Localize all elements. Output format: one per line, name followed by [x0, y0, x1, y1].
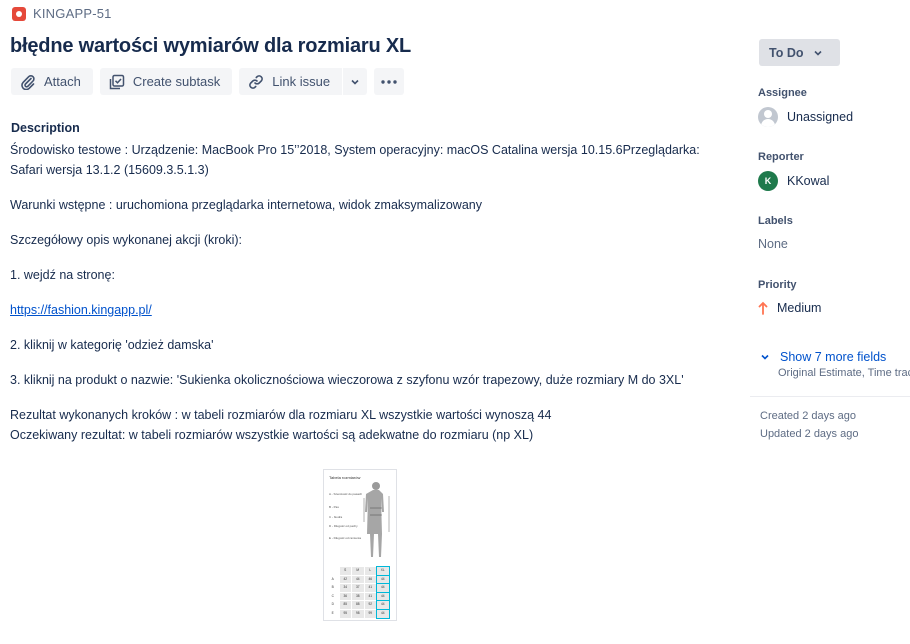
assignee-field[interactable]: Unassigned	[758, 107, 853, 127]
chevron-down-icon	[814, 50, 823, 56]
size-table-header-cell	[327, 567, 339, 575]
issue-summary[interactable]: błędne wartości wymiarów dla rozmiaru XL	[10, 35, 411, 58]
step-1-link[interactable]: https://fashion.kingapp.pl/	[10, 303, 152, 317]
description-body[interactable]: Środowisko testowe : Urządzenie: MacBook…	[10, 140, 730, 445]
reporter-field[interactable]: K KKowal	[758, 171, 829, 191]
size-table-cell: 44	[376, 609, 390, 619]
paperclip-icon	[21, 74, 35, 90]
preconditions: Warunki wstępne : uruchomiona przeglądar…	[10, 198, 482, 212]
show-more-fields-button[interactable]: Show 7 more fields	[760, 350, 886, 364]
size-table-cell: 44	[376, 600, 390, 610]
size-table-cell: 44	[352, 575, 364, 584]
labels-value: None	[758, 237, 788, 251]
link-issue-split-button: Link issue	[239, 68, 368, 95]
size-table-cell: 44	[376, 574, 390, 585]
size-table-cell: C	[331, 593, 334, 598]
show-more-hint: Original Estimate, Time tracking	[778, 367, 910, 379]
actual-result: Rezultat wykonanych kroków : w tabeli ro…	[10, 408, 552, 422]
subtask-icon	[109, 74, 125, 89]
reporter-value: KKowal	[787, 174, 830, 188]
env-line-2: Safari wersja 13.1.2 (15609.3.5.1.3)	[10, 163, 209, 177]
size-table-header-cell: XL	[376, 566, 390, 576]
avatar: K	[758, 171, 778, 191]
avatar	[758, 107, 778, 127]
expected-result: Oczekiwany rezultat: w tabeli rozmiarów …	[10, 428, 534, 442]
size-table-cell: A	[331, 576, 334, 581]
created-date: Created 2 days ago	[760, 410, 857, 422]
size-table-cell: 85	[339, 601, 351, 609]
priority-medium-icon	[758, 301, 768, 315]
size-table-cell: 41	[364, 592, 376, 601]
size-chart-attachment[interactable]: Tabela rozmiarów A - Szerokość do pasach…	[323, 469, 397, 621]
create-subtask-label: Create subtask	[132, 74, 221, 89]
size-table-cell: 95	[339, 610, 351, 618]
step-1: 1. wejdź na stronę:	[10, 268, 115, 282]
size-table-cell: 37	[352, 584, 364, 592]
size-table-cell: 44	[376, 583, 390, 593]
size-table-header-cell: M	[352, 567, 364, 575]
size-table-cell: 41	[364, 584, 376, 592]
create-subtask-button[interactable]: Create subtask	[99, 68, 233, 95]
size-table-cell: 36	[339, 592, 351, 601]
attach-button[interactable]: Attach	[11, 68, 93, 95]
link-issue-dropdown-button[interactable]	[343, 68, 368, 95]
steps-intro: Szczegółowy opis wykonanej akcji (kroki)…	[10, 233, 243, 247]
issue-key[interactable]: KINGAPP-51	[33, 6, 112, 21]
priority-field[interactable]: Medium	[758, 301, 821, 315]
size-table-cell: 92	[364, 601, 376, 609]
size-table-cell: B	[331, 585, 334, 590]
issue-toolbar: Attach Create subtask Link issue	[11, 68, 405, 95]
chevron-down-icon	[351, 79, 359, 85]
size-table-header-cell: L	[364, 567, 376, 575]
more-icon	[381, 79, 397, 84]
assignee-value: Unassigned	[787, 110, 854, 124]
link-issue-label: Link issue	[272, 74, 331, 89]
size-table-cell: D	[331, 602, 334, 607]
priority-label: Priority	[758, 279, 797, 291]
show-more-label: Show 7 more fields	[780, 350, 887, 364]
status-dropdown[interactable]: To Do	[759, 39, 840, 66]
more-actions-button[interactable]	[374, 68, 405, 95]
env-line-1: Środowisko testowe : Urządzenie: MacBook…	[10, 143, 700, 157]
issue-key-row: KINGAPP-51	[12, 6, 112, 21]
size-table-cell: 99	[364, 610, 376, 618]
description-heading: Description	[11, 121, 80, 135]
attach-label: Attach	[44, 74, 81, 89]
issue-sidebar: To Do Assignee Unassigned Reporter K KKo…	[750, 0, 910, 644]
size-table-cell: 46	[364, 575, 376, 584]
size-table-header-cell: S	[339, 567, 351, 575]
labels-label: Labels	[758, 215, 793, 227]
size-table-cell: 38	[352, 592, 364, 601]
size-table-cell: 34	[339, 584, 351, 592]
link-icon	[249, 74, 264, 89]
reporter-label: Reporter	[758, 151, 804, 163]
bug-icon	[12, 6, 26, 21]
step-3: 3. kliknij na produkt o nazwie: 'Sukienk…	[10, 373, 684, 387]
size-table-cell: 98	[352, 610, 364, 618]
size-table-cell: 44	[376, 591, 390, 602]
updated-date: Updated 2 days ago	[760, 428, 859, 440]
size-table-cell: 88	[352, 601, 364, 609]
priority-value: Medium	[777, 301, 822, 315]
status-label: To Do	[769, 45, 804, 60]
assignee-label: Assignee	[758, 87, 807, 99]
size-table-cell: 42	[339, 575, 351, 584]
labels-field[interactable]: None	[758, 237, 788, 251]
sidebar-divider	[750, 396, 910, 397]
step-2: 2. kliknij w kategorię 'odzież damska'	[10, 338, 214, 352]
size-table-cell: E	[331, 611, 334, 615]
chevron-down-icon	[761, 354, 769, 360]
link-issue-button[interactable]: Link issue	[239, 68, 343, 95]
